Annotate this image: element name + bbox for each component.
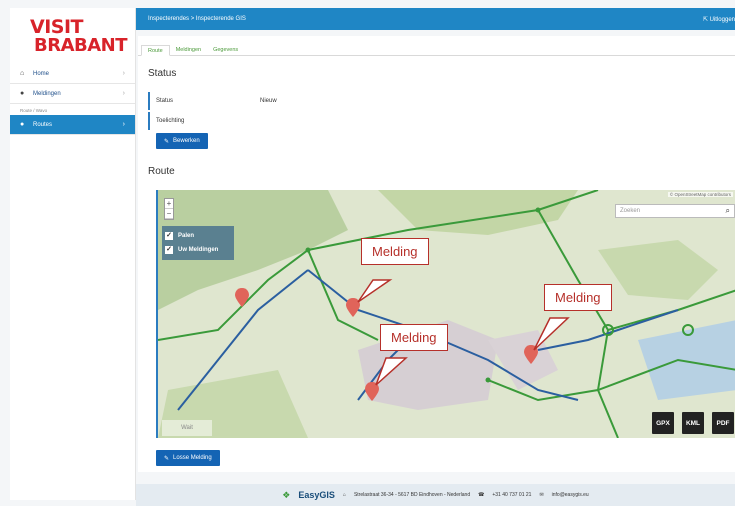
- home-icon: ⌂: [20, 70, 25, 77]
- melding-callout: Melding: [544, 284, 612, 311]
- phone-icon: ☎: [478, 492, 485, 498]
- layer-label: Palen: [178, 233, 195, 239]
- route-map[interactable]: © OpenStreetMap contributors + − ✓ Palen…: [156, 190, 735, 438]
- comment-icon: ●: [20, 90, 25, 97]
- comment-label: Toelichting: [156, 118, 185, 124]
- sidebar-section-label: Route / Wavo: [20, 108, 48, 113]
- map-pin-icon: ●: [20, 121, 25, 128]
- checkbox-checked-icon: ✓: [165, 246, 173, 254]
- layer-uw-meldingen[interactable]: ✓ Uw Meldingen: [165, 243, 231, 257]
- zoom-in-button[interactable]: +: [165, 199, 173, 209]
- melding-callout: Melding: [361, 238, 429, 265]
- sidebar-item-label: Routes: [33, 121, 53, 128]
- top-bar: Inspecterendes > Inspecterende GIS ⇱ Uit…: [136, 8, 735, 30]
- chevron-right-icon: ›: [122, 90, 125, 97]
- sidebar-item-home[interactable]: ⌂ Home ›: [10, 64, 135, 84]
- layer-label: Uw Meldingen: [178, 247, 219, 253]
- comment-row: Toelichting: [148, 112, 288, 130]
- sidebar-item-meldingen[interactable]: ● Meldingen ›: [10, 84, 135, 104]
- page: VISIT BRABANT ⌂ Home › ● Meldingen › Rou…: [0, 0, 735, 506]
- visit-brabant-logo[interactable]: VISIT BRABANT: [10, 8, 135, 64]
- logo-line2: BRABANT: [34, 35, 128, 56]
- sidebar-item-label: Home: [33, 70, 50, 77]
- footer-phone: +31 40 737 01 21: [492, 492, 532, 498]
- edit-icon: ✎: [164, 138, 170, 145]
- easygis-logo-icon: ❖: [282, 489, 291, 500]
- tab-bar: Route Meldingen Gegevens: [138, 36, 735, 56]
- kml-export-button[interactable]: KML: [682, 412, 704, 434]
- melding-callout: Melding: [380, 324, 448, 351]
- sidebar-item-routes[interactable]: ● Routes ›: [10, 115, 135, 135]
- footer: ❖ EasyGIS ⌂ Strelastraat 36-34 - 5617 BD…: [136, 484, 735, 506]
- checkbox-checked-icon: ✓: [165, 232, 173, 240]
- tab-meldingen[interactable]: Meldingen: [170, 45, 207, 56]
- footer-email[interactable]: info@easygis.eu: [552, 492, 589, 498]
- zoom-out-button[interactable]: −: [165, 209, 173, 219]
- tab-gegevens[interactable]: Gegevens: [207, 45, 244, 56]
- mail-icon: ✉: [539, 492, 544, 498]
- new-report-label: Losse Melding: [173, 455, 212, 461]
- tab-route[interactable]: Route: [141, 45, 170, 56]
- status-label: Status: [156, 98, 174, 104]
- gpx-export-button[interactable]: GPX: [652, 412, 674, 434]
- map-search-input[interactable]: Zoeken ⌕: [615, 204, 735, 218]
- edit-button-label: Bewerken: [173, 138, 200, 144]
- logout-label: Uitloggen: [709, 16, 735, 23]
- pdf-export-button[interactable]: PDF: [712, 412, 734, 434]
- search-placeholder: Zoeken: [620, 208, 641, 214]
- main-content: Route Meldingen Gegevens Status Status N…: [138, 36, 735, 472]
- zoom-control: + −: [164, 198, 174, 220]
- status-heading: Status: [148, 68, 177, 79]
- layer-palen[interactable]: ✓ Palen: [165, 229, 231, 243]
- chevron-right-icon: ›: [122, 121, 125, 128]
- footer-address: Strelastraat 36-34 - 5617 BD Eindhoven -…: [353, 492, 471, 498]
- new-report-button[interactable]: ✎ Losse Melding: [156, 450, 220, 466]
- map-canvas: [158, 190, 735, 438]
- sidebar: VISIT BRABANT ⌂ Home › ● Meldingen › Rou…: [10, 8, 136, 500]
- edit-button[interactable]: ✎ Bewerken: [156, 133, 208, 149]
- status-row: Status Nieuw: [148, 92, 288, 110]
- route-heading: Route: [148, 166, 175, 177]
- layer-switcher: ✓ Palen ✓ Uw Meldingen: [162, 226, 234, 260]
- chevron-right-icon: ›: [122, 70, 125, 77]
- logout-link[interactable]: ⇱ Uitloggen: [703, 16, 735, 23]
- edit-icon: ✎: [164, 455, 170, 462]
- search-icon[interactable]: ⌕: [726, 206, 730, 216]
- map-attribution[interactable]: © OpenStreetMap contributors: [667, 192, 733, 197]
- logout-icon: ⇱: [702, 16, 710, 23]
- footer-brand: EasyGIS: [298, 490, 335, 500]
- home-icon: ⌂: [342, 492, 346, 498]
- breadcrumb[interactable]: Inspecterendes > Inspecterende GIS: [148, 16, 246, 22]
- waiting-indicator: Wait: [162, 420, 212, 436]
- status-value: Nieuw: [260, 98, 277, 104]
- sidebar-item-label: Meldingen: [33, 90, 61, 97]
